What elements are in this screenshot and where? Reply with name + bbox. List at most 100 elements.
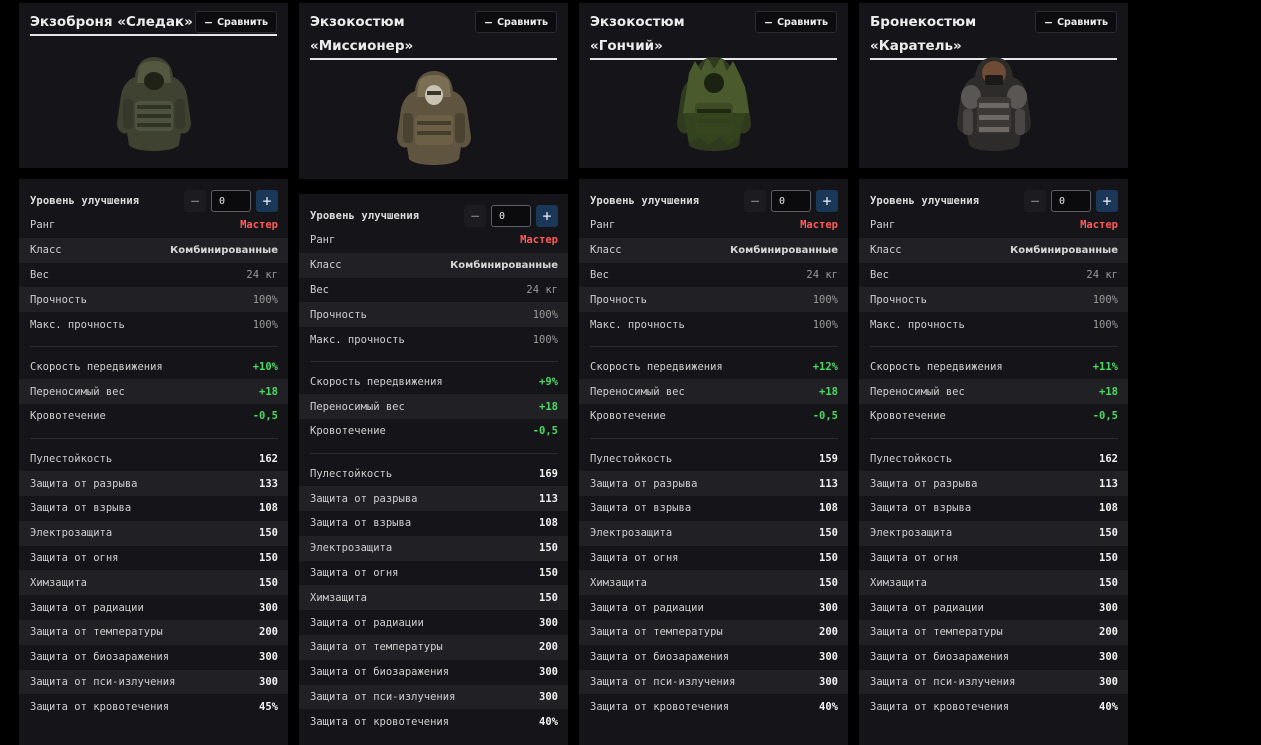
carry-weight-value: +18	[259, 385, 278, 398]
title-row: Экзоброня «Следак» − Сравнить	[30, 10, 277, 36]
chem-prot-value: 150	[819, 576, 838, 589]
tear-prot-value: 113	[1099, 477, 1118, 490]
explosion-prot-value: 108	[1099, 502, 1118, 515]
chem-prot-value: 150	[539, 591, 558, 604]
compare-button[interactable]: − Сравнить	[194, 11, 277, 33]
bleeding-value: -0,5	[252, 410, 278, 423]
class-value: Комбинированные	[450, 259, 558, 271]
stat-row-rad-prot: Защита от радиации 300	[579, 595, 848, 620]
stat-label: Защита от биозаражения	[310, 666, 450, 679]
stat-label: Скорость передвижения	[30, 360, 163, 373]
minus-icon: −	[1043, 15, 1054, 29]
stat-label: Переносимый вес	[870, 385, 965, 398]
stat-label: Защита от биозаражения	[590, 651, 730, 664]
stat-row-bullet-res: Пулестойкость 162	[859, 446, 1128, 471]
stat-row-max-durability: Макс. прочность 100%	[19, 312, 288, 337]
rad-prot-value: 300	[819, 601, 838, 614]
durability-value: 100%	[1092, 293, 1118, 306]
increment-button[interactable]: +	[816, 190, 838, 212]
electro-prot-value: 150	[819, 527, 838, 540]
armor-image	[109, 53, 199, 158]
armor-card: Бронекостюм «Каратель» − Сравнить Уровень…	[859, 0, 1128, 745]
stats-panel: Уровень улучшения − + РангМастер КлассКо…	[299, 194, 568, 745]
upgrade-input[interactable]	[491, 205, 531, 227]
max-durability-value: 100%	[812, 318, 838, 331]
electro-prot-value: 150	[539, 542, 558, 555]
stat-label: Защита от разрыва	[30, 477, 138, 490]
stat-label: Защита от радиации	[310, 616, 424, 629]
increment-button[interactable]: +	[1096, 190, 1118, 212]
stat-label: Электрозащита	[30, 527, 113, 540]
bleed-prot-value: 45%	[259, 700, 278, 713]
stat-row-electro-prot: Электрозащита 150	[19, 520, 288, 546]
stat-row-bullet-res: Пулестойкость 162	[19, 446, 288, 471]
stat-row-chem-prot: Химзащита 150	[859, 570, 1128, 596]
stat-label: Защита от температуры	[310, 641, 443, 654]
explosion-prot-value: 108	[259, 502, 278, 515]
stat-label: Защита от пси-излучения	[30, 675, 176, 688]
armor-card-header: Бронекостюм «Каратель» − Сравнить	[859, 3, 1128, 168]
psi-prot-value: 300	[819, 675, 838, 688]
compare-button[interactable]: − Сравнить	[1034, 11, 1117, 33]
stat-label: Защита от пси-излучения	[310, 690, 456, 703]
bio-prot-value: 300	[259, 651, 278, 664]
minus-icon: −	[203, 15, 214, 29]
upgrade-input[interactable]	[1051, 190, 1091, 212]
psi-prot-value: 300	[259, 675, 278, 688]
stat-row-weight: Вес 24 кг	[299, 278, 568, 303]
bleeding-value: -0,5	[812, 410, 838, 423]
stat-label: Макс. прочность	[30, 318, 125, 331]
stat-row-class: Класс Комбинированные	[299, 252, 568, 278]
max-durability-value: 100%	[252, 318, 278, 331]
stat-label: Кровотечение	[870, 410, 946, 423]
stat-label: Защита от взрыва	[310, 517, 412, 530]
stat-row-psi-prot: Защита от пси-излучения 300	[579, 669, 848, 695]
decrement-button[interactable]: −	[1024, 190, 1046, 212]
upgrade-label: Уровень улучшения	[590, 195, 700, 207]
decrement-button[interactable]: −	[744, 190, 766, 212]
increment-button[interactable]: +	[256, 190, 278, 212]
armor-card-header: Экзокостюм «Гончий» − Сравнить	[579, 3, 848, 168]
rad-prot-value: 300	[539, 616, 558, 629]
armor-card: Экзоброня «Следак» − Сравнить Уровень улу…	[19, 0, 288, 745]
compare-label: Сравнить	[1057, 16, 1108, 28]
stat-row-bleed-prot: Защита от кровотечения 40%	[299, 709, 568, 734]
decrement-button[interactable]: −	[184, 190, 206, 212]
stat-row-fire-prot: Защита от огня 150	[579, 546, 848, 571]
stat-label: Электрозащита	[590, 527, 673, 540]
stat-label: Химзащита	[310, 591, 367, 604]
decrement-button[interactable]: −	[464, 205, 486, 227]
class-value: Комбинированные	[1010, 244, 1118, 256]
stat-label: Макс. прочность	[310, 333, 405, 346]
stat-label: Защита от огня	[870, 551, 959, 564]
stat-label: Защита от разрыва	[590, 477, 698, 490]
armor-card-header: Экзоброня «Следак» − Сравнить	[19, 3, 288, 168]
stat-row-chem-prot: Химзащита 150	[579, 570, 848, 596]
upgrade-input[interactable]	[211, 190, 251, 212]
stat-row-psi-prot: Защита от пси-излучения 300	[299, 684, 568, 710]
divider	[579, 337, 848, 355]
durability-value: 100%	[532, 308, 558, 321]
upgrade-input[interactable]	[771, 190, 811, 212]
stat-label: Защита от температуры	[590, 626, 723, 639]
compare-button[interactable]: − Сравнить	[754, 11, 837, 33]
stat-label: Пулестойкость	[310, 467, 393, 480]
stat-label: Прочность	[590, 293, 647, 306]
compare-label: Сравнить	[497, 16, 548, 28]
compare-button[interactable]: − Сравнить	[474, 11, 557, 33]
upgrade-label: Уровень улучшения	[870, 195, 980, 207]
upgrade-row: Уровень улучшения − +	[579, 179, 848, 223]
stat-row-psi-prot: Защита от пси-излучения 300	[859, 669, 1128, 695]
stat-label: Переносимый вес	[30, 385, 125, 398]
armor-title: Экзокостюм «Миссионер»	[310, 14, 414, 54]
divider	[859, 337, 1128, 355]
increment-button[interactable]: +	[536, 205, 558, 227]
stat-row-durability: Прочность 100%	[19, 287, 288, 313]
rad-prot-value: 300	[259, 601, 278, 614]
armor-card: Экзокостюм «Гончий» − Сравнить Уровень ул…	[579, 0, 848, 745]
stat-label: Защита от радиации	[590, 601, 704, 614]
bleed-prot-value: 40%	[819, 700, 838, 713]
stat-row-carry-weight: Переносимый вес +18	[859, 379, 1128, 405]
minus-icon: −	[483, 15, 494, 29]
stat-row-fire-prot: Защита от огня 150	[19, 546, 288, 571]
